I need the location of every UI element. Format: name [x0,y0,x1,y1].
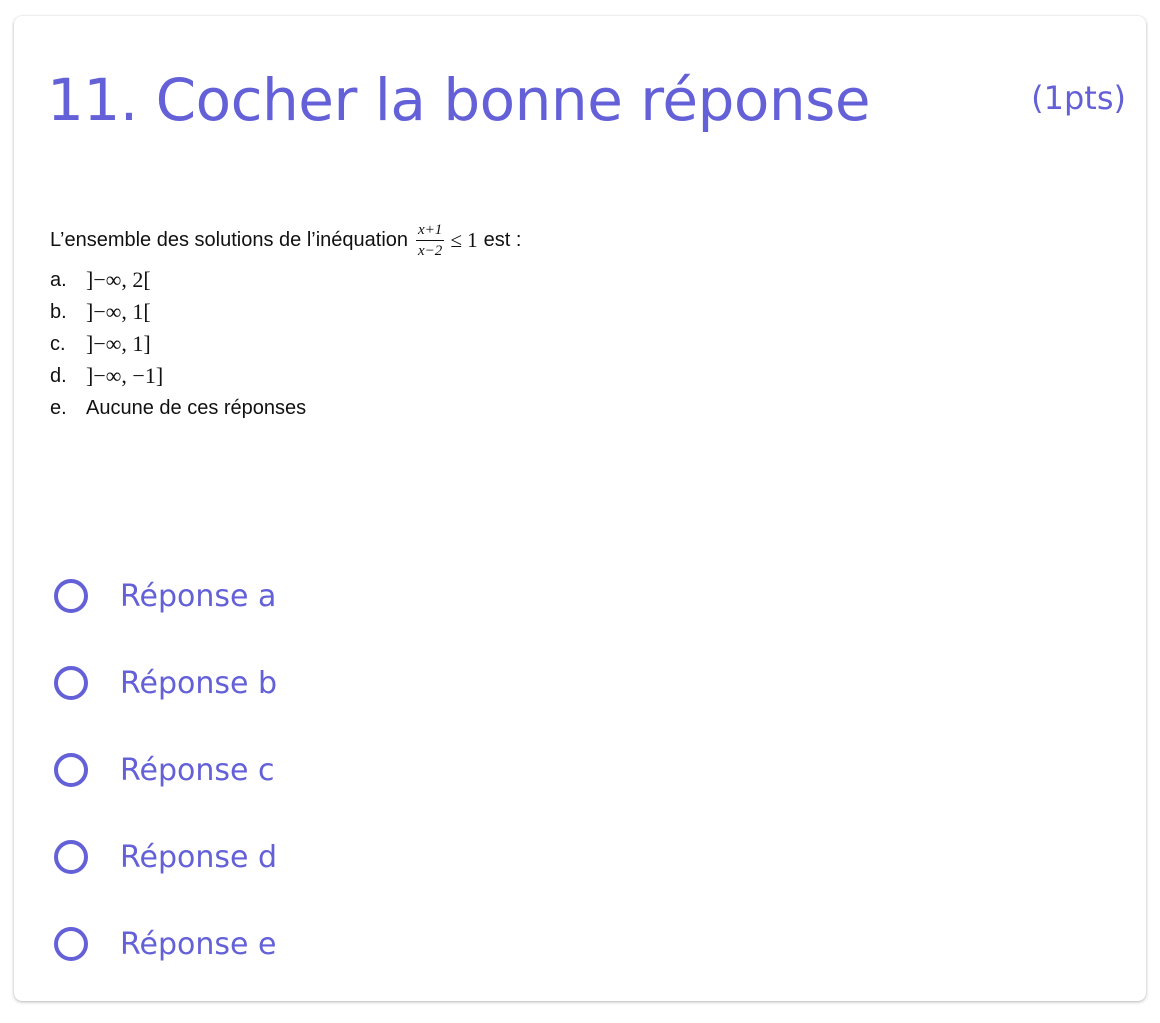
answer-option-a[interactable]: Réponse a [54,564,277,628]
question-points: (1pts) [1031,79,1126,117]
answer-label[interactable]: Réponse b [120,666,277,701]
option-letter: e. [50,396,67,419]
radio-unchecked-icon[interactable] [54,579,88,613]
answer-option-c[interactable]: Réponse c [54,738,277,802]
option-letter: c. [50,332,66,355]
answer-label[interactable]: Réponse d [120,840,277,875]
option-letter: a. [50,268,67,291]
question-stem-suffix: est : [483,228,522,251]
answer-option-e[interactable]: Réponse e [54,912,277,976]
option-text: Aucune de ces réponses [86,396,307,419]
question-options-list: a. ]−∞, 2[ b. ]−∞, 1[ c. ]−∞, 1] d. ]−∞,… [50,264,750,424]
question-header: 11. Cocher la bonne réponse (1pts) [47,60,1126,140]
question-title: 11. Cocher la bonne réponse [47,66,871,134]
answer-label[interactable]: Réponse c [120,753,274,788]
fraction-numerator: x+1 [416,222,445,241]
radio-unchecked-icon[interactable] [54,666,88,700]
question-option: a. ]−∞, 2[ [50,264,750,296]
radio-unchecked-icon[interactable] [54,927,88,961]
answer-label[interactable]: Réponse a [120,579,276,614]
option-text: ]−∞, 1[ [86,299,151,324]
option-text: ]−∞, −1] [86,363,164,388]
option-text: ]−∞, 1] [86,331,151,356]
question-option: e. Aucune de ces réponses [50,392,750,424]
radio-unchecked-icon[interactable] [54,840,88,874]
option-letter: b. [50,300,67,323]
question-content: L’ensemble des solutions de l’inéquation… [50,216,750,424]
option-letter: d. [50,364,67,387]
radio-unchecked-icon[interactable] [54,753,88,787]
answer-label[interactable]: Réponse e [120,927,276,962]
answer-choices: Réponse a Réponse b Réponse c Réponse d … [54,564,277,999]
question-option: b. ]−∞, 1[ [50,296,750,328]
question-option: d. ]−∞, −1] [50,360,750,392]
answer-option-b[interactable]: Réponse b [54,651,277,715]
inequation-fraction: x+1 x−2 [416,222,445,259]
question-option: c. ]−∞, 1] [50,328,750,360]
question-stem-text: L’ensemble des solutions de l’inéquation [50,228,409,251]
option-text: ]−∞, 2[ [86,267,151,292]
answer-option-d[interactable]: Réponse d [54,825,277,889]
question-stem: L’ensemble des solutions de l’inéquation… [50,216,750,264]
fraction-denominator: x−2 [418,242,443,259]
inequation-relation: ≤ 1 [450,227,478,252]
question-card: 11. Cocher la bonne réponse (1pts) L’ens… [14,16,1146,1001]
